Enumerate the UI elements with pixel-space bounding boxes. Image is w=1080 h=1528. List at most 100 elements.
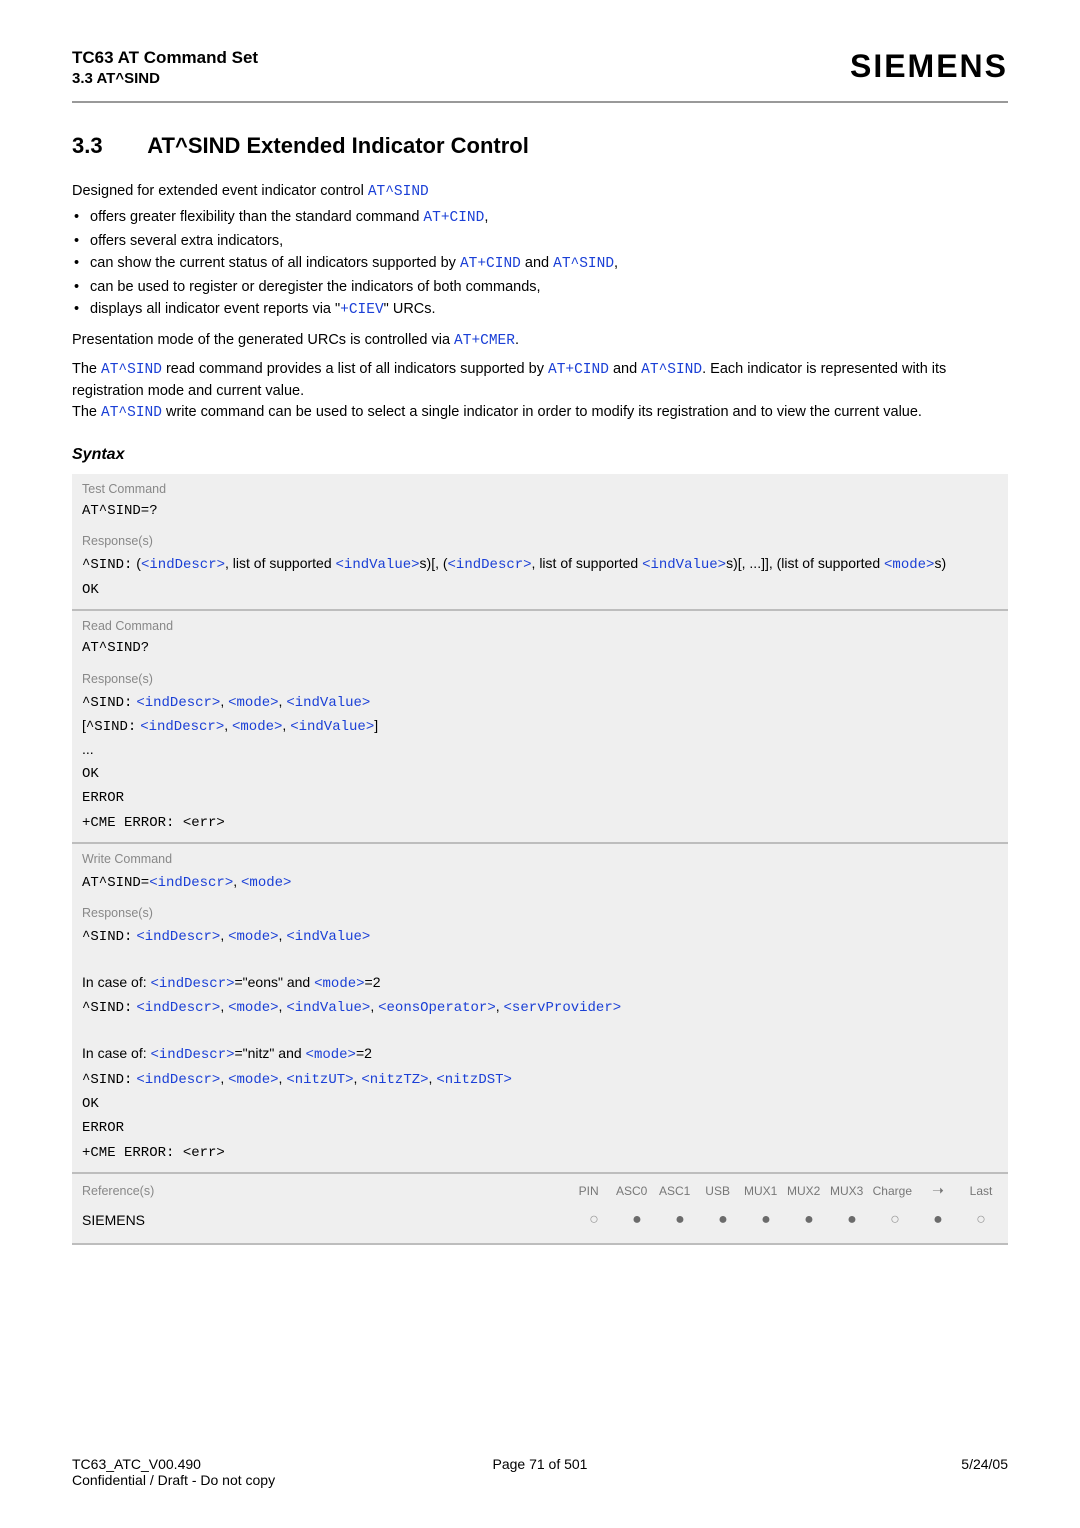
link-ciev[interactable]: +CIEV <box>340 302 384 318</box>
paragraph: The AT^SIND read command provides a list… <box>72 359 1008 424</box>
text: s)[, ...]], (list of supported <box>726 555 884 571</box>
text: , <box>220 998 228 1014</box>
link-at-sind[interactable]: AT^SIND <box>368 184 429 200</box>
text: offers greater flexibility than the stan… <box>90 209 423 225</box>
param-inddescr[interactable]: <indDescr> <box>149 875 233 891</box>
text: write command can be used to select a si… <box>162 404 922 420</box>
dot-icon: ● <box>749 1207 783 1233</box>
link-at-sind[interactable]: AT^SIND <box>553 256 614 272</box>
text: , <box>614 255 618 271</box>
label-reference: Reference(s) <box>82 1184 154 1198</box>
param-indvalue[interactable]: <indValue> <box>290 719 374 735</box>
param-inddescr[interactable]: <indDescr> <box>136 1072 220 1088</box>
header-divider <box>72 101 1008 103</box>
param-mode[interactable]: <mode> <box>228 1000 278 1016</box>
doc-subtitle: 3.3 AT^SIND <box>72 70 258 87</box>
text-error: ERROR <box>82 1120 124 1136</box>
footer-confidential: Confidential / Draft - Do not copy <box>72 1472 384 1488</box>
link-at-cind[interactable]: AT+CIND <box>423 210 484 226</box>
param-nitzdst[interactable]: <nitzDST> <box>436 1072 512 1088</box>
arrow-icon: ➝ <box>921 1182 955 1199</box>
text: In case of: <box>82 974 150 990</box>
col-charge: Charge <box>873 1184 912 1198</box>
text: , <box>484 209 488 225</box>
list-item: displays all indicator event reports via… <box>72 298 1008 321</box>
param-inddescr[interactable]: <indDescr> <box>136 1000 220 1016</box>
param-mode[interactable]: <mode> <box>228 929 278 945</box>
text: , list of supported <box>532 555 643 571</box>
param-inddescr[interactable]: <indDescr> <box>136 695 220 711</box>
col-mux1: MUX1 <box>744 1184 778 1198</box>
param-inddescr[interactable]: <indDescr> <box>141 557 225 573</box>
text: , <box>496 998 504 1014</box>
text: , <box>370 998 378 1014</box>
footer-date: 5/24/05 <box>696 1456 1008 1488</box>
footer-left: TC63_ATC_V00.490 Confidential / Draft - … <box>72 1456 384 1488</box>
support-dots: ○ ● ● ● ● ● ● ○ ● ○ <box>577 1207 998 1233</box>
link-at-cind[interactable]: AT+CIND <box>548 362 609 378</box>
write-command: AT^SIND=<indDescr>, <mode> <box>72 868 1008 898</box>
link-at-sind[interactable]: AT^SIND <box>101 405 162 421</box>
intro-lead: Designed for extended event indicator co… <box>72 183 368 199</box>
param-indvalue[interactable]: <indValue> <box>642 557 726 573</box>
param-nitztz[interactable]: <nitzTZ> <box>361 1072 428 1088</box>
text: ^SIND: <box>82 695 132 711</box>
param-mode[interactable]: <mode> <box>228 1072 278 1088</box>
text: . <box>515 332 519 348</box>
param-mode[interactable]: <mode> <box>228 695 278 711</box>
link-at-sind[interactable]: AT^SIND <box>641 362 702 378</box>
text: The <box>72 361 101 377</box>
text: , <box>220 693 228 709</box>
param-mode[interactable]: <mode> <box>884 557 934 573</box>
param-indvalue[interactable]: <indValue> <box>286 695 370 711</box>
param-eonsoperator[interactable]: <eonsOperator> <box>378 1000 496 1016</box>
param-indvalue[interactable]: <indValue> <box>286 929 370 945</box>
label-test-command: Test Command <box>72 474 1008 498</box>
text: read command provides a list of all indi… <box>162 361 548 377</box>
param-inddescr[interactable]: <indDescr> <box>136 929 220 945</box>
dot-icon: ○ <box>577 1207 611 1233</box>
text: The <box>72 404 101 420</box>
list-item: can show the current status of all indic… <box>72 252 1008 275</box>
section-number: 3.3 <box>72 133 142 159</box>
link-at-cind[interactable]: AT+CIND <box>460 256 521 272</box>
param-servprovider[interactable]: <servProvider> <box>504 1000 622 1016</box>
param-inddescr[interactable]: <indDescr> <box>140 719 224 735</box>
param-inddescr[interactable]: <indDescr> <box>448 557 532 573</box>
syntax-heading: Syntax <box>72 446 1008 464</box>
param-inddescr[interactable]: <indDescr> <box>150 1047 234 1063</box>
text: , list of supported <box>225 555 336 571</box>
link-at-cmer[interactable]: AT+CMER <box>454 333 515 349</box>
test-response: ^SIND: (<indDescr>, list of supported <i… <box>72 550 1008 611</box>
label-write-command: Write Command <box>72 844 1008 868</box>
dot-icon: ● <box>835 1207 869 1233</box>
reference-header-row: Reference(s) PIN ASC0 ASC1 USB MUX1 MUX2… <box>72 1174 1008 1201</box>
text: displays all indicator event reports via… <box>90 301 340 317</box>
param-nitzut[interactable]: <nitzUT> <box>286 1072 353 1088</box>
dot-icon: ● <box>620 1207 654 1233</box>
label-response: Response(s) <box>72 898 1008 922</box>
text: ... <box>82 741 94 757</box>
param-mode[interactable]: <mode> <box>232 719 282 735</box>
text: ="nitz" and <box>235 1045 306 1061</box>
text: , <box>220 1070 228 1086</box>
footer-page: Page 71 of 501 <box>384 1456 696 1488</box>
section-heading: 3.3 AT^SIND Extended Indicator Control <box>72 133 1008 159</box>
param-mode[interactable]: <mode> <box>241 875 291 891</box>
dot-icon: ● <box>663 1207 697 1233</box>
list-item: offers greater flexibility than the stan… <box>72 206 1008 229</box>
param-mode[interactable]: <mode> <box>306 1047 356 1063</box>
param-mode[interactable]: <mode> <box>314 976 364 992</box>
reference-columns: PIN ASC0 ASC1 USB MUX1 MUX2 MUX3 Charge … <box>572 1182 998 1199</box>
link-at-sind[interactable]: AT^SIND <box>101 362 162 378</box>
param-indvalue[interactable]: <indValue> <box>286 1000 370 1016</box>
feature-list: offers greater flexibility than the stan… <box>72 206 1008 321</box>
text: s)[, ( <box>420 555 448 571</box>
reference-value-row: SIEMENS ○ ● ● ● ● ● ● ○ ● ○ <box>72 1201 1008 1245</box>
param-inddescr[interactable]: <indDescr> <box>150 976 234 992</box>
dot-icon: ● <box>921 1207 955 1233</box>
dot-icon: ○ <box>878 1207 912 1233</box>
text-ok: OK <box>82 582 99 598</box>
text-ok: OK <box>82 1096 99 1112</box>
param-indvalue[interactable]: <indValue> <box>336 557 420 573</box>
